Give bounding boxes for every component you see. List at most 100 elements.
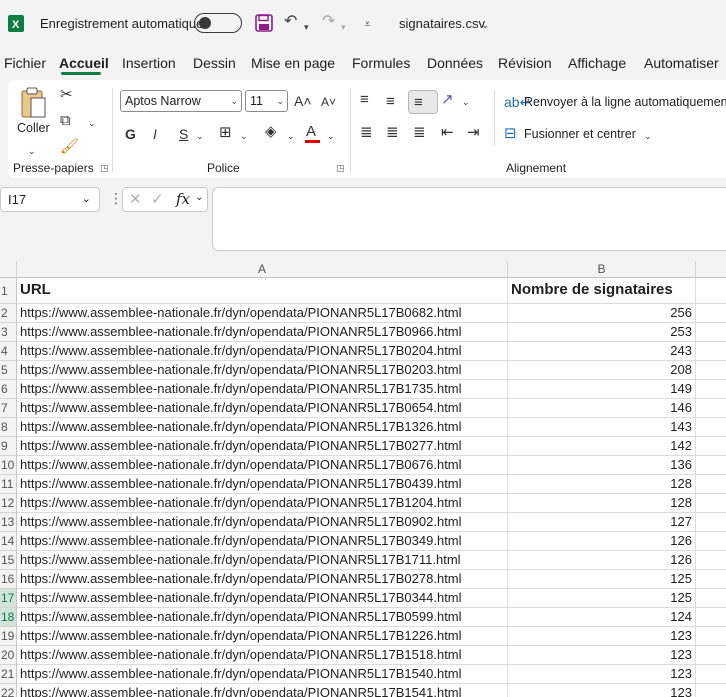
paste-dropdown-icon[interactable]: ⌄ — [28, 142, 36, 160]
url-cell[interactable]: https://www.assemblee-nationale.fr/dyn/o… — [17, 323, 508, 342]
empty-cell[interactable] — [696, 532, 726, 551]
count-cell[interactable]: 123 — [508, 627, 696, 646]
row-header[interactable]: 9 — [0, 437, 17, 456]
font-name-select[interactable]: Aptos Narrow ⌄ — [120, 90, 242, 112]
column-header-a[interactable]: A — [17, 261, 508, 278]
row-header[interactable]: 4 — [0, 342, 17, 361]
count-cell[interactable]: 123 — [508, 684, 696, 697]
empty-cell[interactable] — [696, 494, 726, 513]
column-header-c[interactable] — [696, 261, 726, 278]
count-cell[interactable]: 243 — [508, 342, 696, 361]
underline-button[interactable]: S — [179, 125, 188, 143]
underline-dropdown-icon[interactable]: ⌄ — [196, 127, 204, 145]
row-header[interactable]: 6 — [0, 380, 17, 399]
empty-cell[interactable] — [696, 342, 726, 361]
url-cell[interactable]: https://www.assemblee-nationale.fr/dyn/o… — [17, 380, 508, 399]
count-cell[interactable]: 136 — [508, 456, 696, 475]
italic-button[interactable]: I — [153, 125, 157, 143]
tab-accueil[interactable]: Accueil — [59, 55, 109, 71]
select-all-corner[interactable] — [0, 261, 17, 278]
count-cell[interactable]: 124 — [508, 608, 696, 627]
url-cell[interactable]: https://www.assemblee-nationale.fr/dyn/o… — [17, 570, 508, 589]
borders-icon[interactable]: ⊞ — [219, 124, 232, 142]
row-header[interactable]: 8 — [0, 418, 17, 437]
more-options-icon[interactable]: ⋮ — [109, 190, 123, 207]
count-cell[interactable]: 127 — [508, 513, 696, 532]
url-cell[interactable]: https://www.assemblee-nationale.fr/dyn/o… — [17, 589, 508, 608]
empty-cell[interactable] — [696, 551, 726, 570]
redo-dropdown-icon[interactable]: ▾ — [341, 18, 346, 36]
formula-input[interactable] — [212, 187, 726, 251]
tab-donnees[interactable]: Données — [427, 55, 483, 71]
tab-revision[interactable]: Révision — [498, 55, 552, 71]
count-cell[interactable]: 128 — [508, 494, 696, 513]
borders-dropdown-icon[interactable]: ⌄ — [240, 127, 248, 145]
url-cell[interactable]: https://www.assemblee-nationale.fr/dyn/o… — [17, 551, 508, 570]
font-color-button[interactable]: A — [306, 123, 316, 141]
url-cell[interactable]: https://www.assemblee-nationale.fr/dyn/o… — [17, 456, 508, 475]
url-cell[interactable]: https://www.assemblee-nationale.fr/dyn/o… — [17, 475, 508, 494]
row-header[interactable]: 13 — [0, 513, 17, 532]
merge-center-button[interactable]: Fusionner et centrer — [524, 127, 636, 141]
tab-automatiser[interactable]: Automatiser — [644, 55, 719, 71]
empty-cell[interactable] — [696, 304, 726, 323]
align-center-icon[interactable]: ≣ — [386, 124, 399, 142]
url-cell[interactable]: https://www.assemblee-nationale.fr/dyn/o… — [17, 494, 508, 513]
increase-indent-icon[interactable]: ⇥ — [467, 124, 480, 142]
empty-cell[interactable] — [696, 513, 726, 532]
row-header[interactable]: 16 — [0, 570, 17, 589]
row-header[interactable]: 10 — [0, 456, 17, 475]
copy-dropdown-icon[interactable]: ⌄ — [88, 114, 96, 132]
filename-chevron-down-icon[interactable]: ⌄ — [481, 17, 489, 35]
merge-dropdown-icon[interactable]: ⌄ — [644, 127, 652, 145]
font-launcher-icon[interactable]: ◳ — [336, 163, 345, 174]
copy-icon[interactable]: ⧉ — [60, 112, 71, 130]
count-cell[interactable]: 142 — [508, 437, 696, 456]
row-header[interactable]: 21 — [0, 665, 17, 684]
count-cell[interactable]: 253 — [508, 323, 696, 342]
count-cell[interactable]: 123 — [508, 665, 696, 684]
empty-cell[interactable] — [696, 608, 726, 627]
empty-cell[interactable] — [696, 475, 726, 494]
row-header[interactable]: 17 — [0, 589, 17, 608]
url-cell[interactable]: https://www.assemblee-nationale.fr/dyn/o… — [17, 532, 508, 551]
count-cell[interactable]: 126 — [508, 532, 696, 551]
empty-cell[interactable] — [696, 570, 726, 589]
orientation-dropdown-icon[interactable]: ⌄ — [462, 93, 470, 111]
save-icon[interactable] — [255, 14, 273, 32]
row-header[interactable]: 2 — [0, 304, 17, 323]
clipboard-launcher-icon[interactable]: ◳ — [100, 163, 109, 174]
orientation-icon[interactable]: ↗ — [441, 91, 454, 109]
align-right-icon[interactable]: ≣ — [413, 124, 426, 142]
undo-icon[interactable]: ↶ — [284, 13, 297, 31]
row-header[interactable]: 11 — [0, 475, 17, 494]
fill-color-icon[interactable]: ◈ — [265, 123, 277, 141]
format-painter-icon[interactable]: 🖌 — [60, 138, 79, 156]
row-header[interactable]: 12 — [0, 494, 17, 513]
count-cell[interactable]: 125 — [508, 589, 696, 608]
empty-cell[interactable] — [696, 646, 726, 665]
row-header[interactable]: 20 — [0, 646, 17, 665]
enter-icon[interactable]: ✓ — [151, 190, 164, 208]
count-cell[interactable]: 149 — [508, 380, 696, 399]
tab-dessin[interactable]: Dessin — [193, 55, 236, 71]
url-cell[interactable]: https://www.assemblee-nationale.fr/dyn/o… — [17, 684, 508, 697]
url-cell[interactable]: https://www.assemblee-nationale.fr/dyn/o… — [17, 361, 508, 380]
font-color-dropdown-icon[interactable]: ⌄ — [327, 127, 335, 145]
row-header[interactable]: 3 — [0, 323, 17, 342]
cancel-icon[interactable]: ✕ — [129, 190, 142, 208]
count-cell[interactable]: 208 — [508, 361, 696, 380]
name-box[interactable]: I17 ⌄ — [0, 187, 100, 212]
url-cell[interactable]: https://www.assemblee-nationale.fr/dyn/o… — [17, 304, 508, 323]
header-cell-url[interactable]: URL — [17, 278, 508, 304]
paste-icon[interactable] — [20, 86, 48, 120]
url-cell[interactable]: https://www.assemblee-nationale.fr/dyn/o… — [17, 437, 508, 456]
count-cell[interactable]: 125 — [508, 570, 696, 589]
redo-icon[interactable]: ↷ — [322, 13, 335, 31]
tab-fichier[interactable]: Fichier — [4, 55, 46, 71]
url-cell[interactable]: https://www.assemblee-nationale.fr/dyn/o… — [17, 608, 508, 627]
empty-cell[interactable] — [696, 627, 726, 646]
decrease-indent-icon[interactable]: ⇤ — [441, 124, 454, 142]
cut-icon[interactable]: ✂ — [60, 86, 73, 104]
empty-cell[interactable] — [696, 380, 726, 399]
